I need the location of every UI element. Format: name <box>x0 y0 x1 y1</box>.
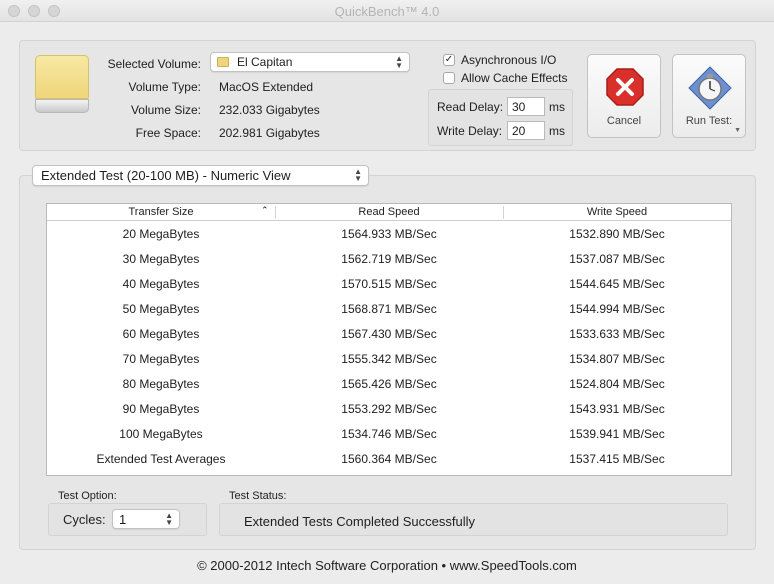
table-row[interactable]: 100 MegaBytes 1534.746 MB/Sec 1539.941 M… <box>47 422 731 447</box>
write-speed-cell: 1544.645 MB/Sec <box>569 277 665 291</box>
cache-effects-label: Allow Cache Effects <box>461 71 568 85</box>
read-speed-cell: 1553.292 MB/Sec <box>341 402 437 416</box>
results-table[interactable]: Transfer Size ⌃ Read Speed Write Speed 2… <box>46 203 732 476</box>
read-speed-cell: 1534.746 MB/Sec <box>341 427 437 441</box>
read-speed-cell: 1560.364 MB/Sec <box>341 452 437 466</box>
run-test-button[interactable]: Run Test: ▼ <box>672 54 746 138</box>
cache-effects-checkbox[interactable] <box>443 72 455 84</box>
cancel-button-label: Cancel <box>606 115 642 127</box>
volume-type-value: MacOS Extended <box>219 80 314 94</box>
volume-size-label: Volume Size: <box>130 103 201 117</box>
table-row[interactable]: 60 MegaBytes 1567.430 MB/Sec 1533.633 MB… <box>47 322 731 347</box>
volume-select-value: El Capitan <box>237 55 293 69</box>
read-delay-label: Read Delay: <box>437 100 504 114</box>
read-speed-cell: 1568.871 MB/Sec <box>341 302 437 316</box>
write-speed-cell: 1537.087 MB/Sec <box>569 252 665 266</box>
transfer-size-cell: 70 MegaBytes <box>122 352 200 366</box>
view-mode-select[interactable]: Extended Test (20-100 MB) - Numeric View… <box>32 165 369 186</box>
test-option-label: Test Option: <box>58 490 117 502</box>
write-delay-label: Write Delay: <box>437 124 503 138</box>
folder-icon <box>217 57 229 67</box>
select-arrows-icon: ▲ ▼ <box>395 54 403 70</box>
read-speed-cell: 1570.515 MB/Sec <box>341 277 437 291</box>
table-row-averages[interactable]: Extended Test Averages 1560.364 MB/Sec 1… <box>47 447 731 472</box>
write-speed-cell: 1524.804 MB/Sec <box>569 377 665 391</box>
table-row[interactable]: 30 MegaBytes 1562.719 MB/Sec 1537.087 MB… <box>47 247 731 272</box>
cancel-button[interactable]: Cancel <box>587 54 661 138</box>
transfer-size-cell: 40 MegaBytes <box>122 277 200 291</box>
selected-volume-label: Selected Volume: <box>107 57 201 71</box>
transfer-size-cell: 90 MegaBytes <box>122 402 200 416</box>
async-io-checkbox[interactable]: ✓ <box>443 54 455 66</box>
read-speed-cell: 1565.426 MB/Sec <box>341 377 437 391</box>
cycles-stepper[interactable]: 1 ▲ ▼ <box>112 509 180 529</box>
footer-copyright: © 2000-2012 Intech Software Corporation … <box>197 558 577 573</box>
table-header: Transfer Size ⌃ Read Speed Write Speed <box>47 204 731 221</box>
table-row[interactable]: 70 MegaBytes 1555.342 MB/Sec 1534.807 MB… <box>47 347 731 372</box>
write-speed-cell: 1543.931 MB/Sec <box>569 402 665 416</box>
read-speed-cell: 1564.933 MB/Sec <box>341 227 437 241</box>
transfer-size-cell: 50 MegaBytes <box>122 302 200 316</box>
run-test-button-label: Run Test: <box>685 115 733 127</box>
async-io-label: Asynchronous I/O <box>461 53 557 67</box>
table-row[interactable]: 80 MegaBytes 1565.426 MB/Sec 1524.804 MB… <box>47 372 731 397</box>
header-transfer-size[interactable]: Transfer Size <box>47 206 275 218</box>
cancel-x-icon <box>606 68 644 106</box>
header-write-speed[interactable]: Write Speed <box>503 206 731 218</box>
view-mode-value: Extended Test (20-100 MB) - Numeric View <box>41 168 291 183</box>
test-status-value: Extended Tests Completed Successfully <box>244 514 475 529</box>
dropdown-arrow-icon: ▼ <box>734 127 741 134</box>
free-space-label: Free Space: <box>135 126 201 140</box>
sort-ascending-icon[interactable]: ⌃ <box>261 205 269 216</box>
volume-select[interactable]: El Capitan ▲ ▼ <box>210 52 410 72</box>
volume-type-label: Volume Type: <box>128 80 202 94</box>
write-speed-cell: 1532.890 MB/Sec <box>569 227 665 241</box>
write-speed-cell: 1544.994 MB/Sec <box>569 302 665 316</box>
read-speed-cell: 1562.719 MB/Sec <box>341 252 437 266</box>
table-row[interactable]: 90 MegaBytes 1553.292 MB/Sec 1543.931 MB… <box>47 397 731 422</box>
transfer-size-cell: 100 MegaBytes <box>119 427 203 441</box>
test-status-label: Test Status: <box>229 490 287 502</box>
stepper-arrows-icon: ▲ ▼ <box>165 511 173 527</box>
write-delay-input[interactable]: 20 <box>507 121 545 140</box>
transfer-size-cell: 60 MegaBytes <box>122 327 200 341</box>
read-speed-cell: 1567.430 MB/Sec <box>341 327 437 341</box>
read-delay-unit: ms <box>549 100 565 114</box>
transfer-size-cell: Extended Test Averages <box>96 452 226 466</box>
transfer-size-cell: 20 MegaBytes <box>122 227 200 241</box>
write-speed-cell: 1539.941 MB/Sec <box>569 427 665 441</box>
table-row[interactable]: 40 MegaBytes 1570.515 MB/Sec 1544.645 MB… <box>47 272 731 297</box>
read-delay-input[interactable]: 30 <box>507 97 545 116</box>
table-row[interactable]: 20 MegaBytes 1564.933 MB/Sec 1532.890 MB… <box>47 222 731 247</box>
transfer-size-cell: 30 MegaBytes <box>122 252 200 266</box>
window-title: QuickBench™ 4.0 <box>334 4 440 19</box>
cycles-label: Cycles: <box>63 512 106 527</box>
volume-size-value: 232.033 Gigabytes <box>219 103 320 117</box>
write-delay-unit: ms <box>549 124 565 138</box>
write-speed-cell: 1534.807 MB/Sec <box>569 352 665 366</box>
table-row[interactable]: 50 MegaBytes 1568.871 MB/Sec 1544.994 MB… <box>47 297 731 322</box>
write-speed-cell: 1537.415 MB/Sec <box>569 452 665 466</box>
title-bar: QuickBench™ 4.0 <box>0 0 774 22</box>
transfer-size-cell: 80 MegaBytes <box>122 377 200 391</box>
header-read-speed[interactable]: Read Speed <box>275 206 503 218</box>
cycles-value: 1 <box>119 512 127 527</box>
free-space-value: 202.981 Gigabytes <box>219 126 320 140</box>
select-arrows-icon: ▲ ▼ <box>354 167 362 183</box>
read-speed-cell: 1555.342 MB/Sec <box>341 352 437 366</box>
stopwatch-icon <box>688 66 732 110</box>
write-speed-cell: 1533.633 MB/Sec <box>569 327 665 341</box>
